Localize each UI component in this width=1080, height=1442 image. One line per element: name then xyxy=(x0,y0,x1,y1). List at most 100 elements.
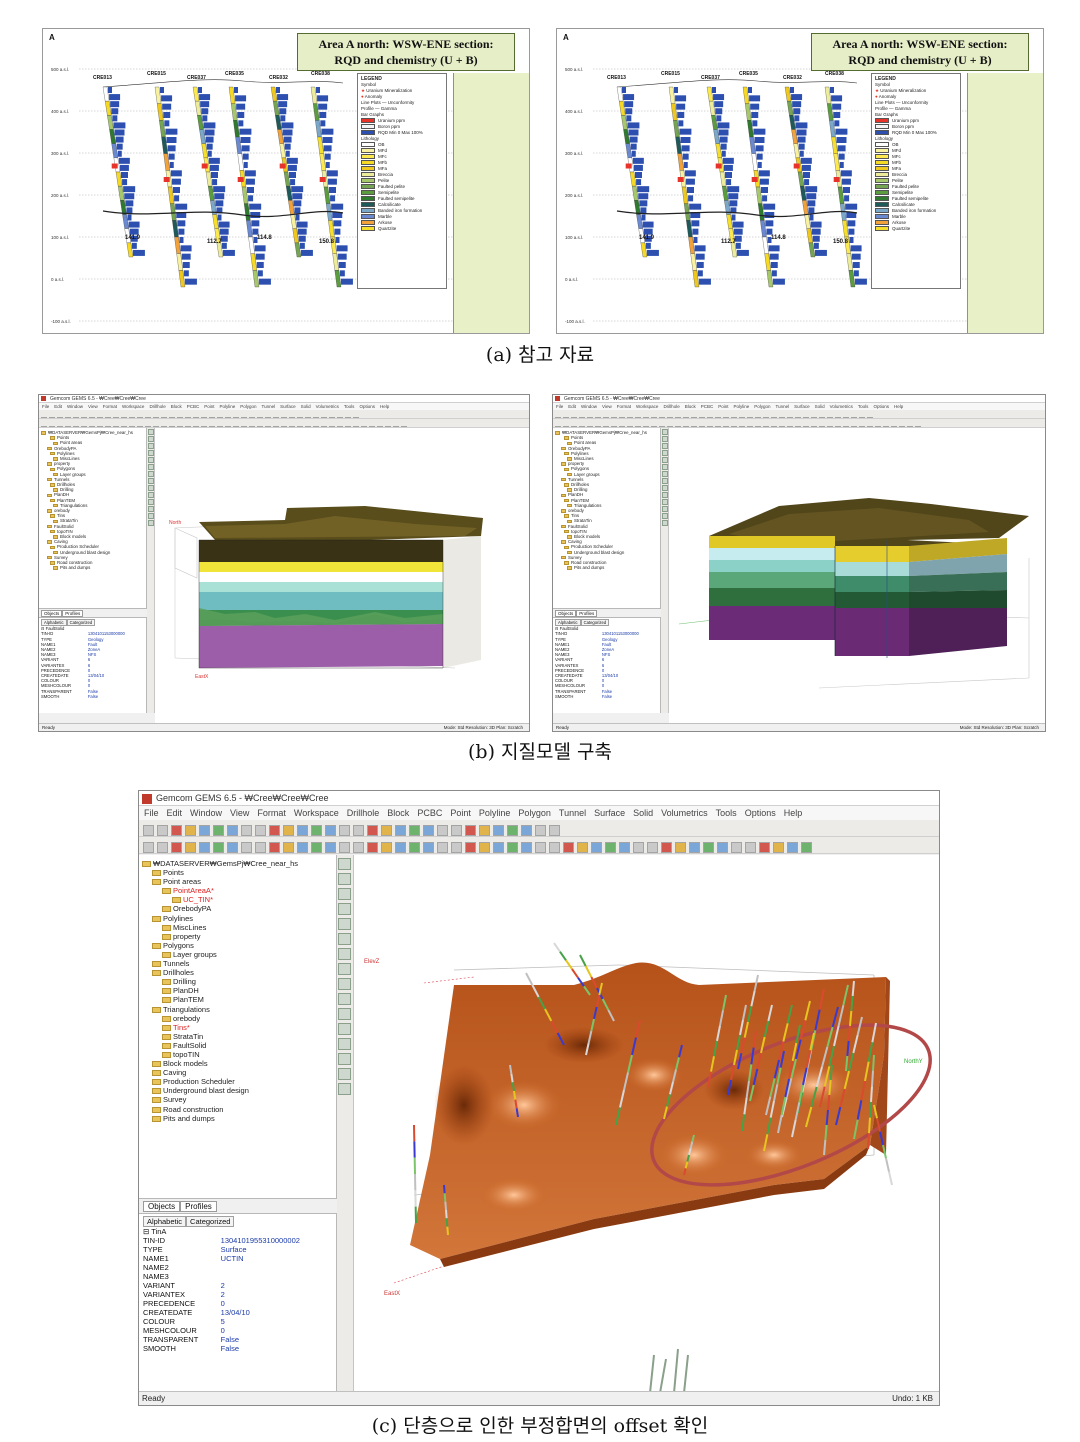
toolbar-button-icon[interactable] xyxy=(619,842,630,853)
view-tool-icon[interactable] xyxy=(148,450,154,456)
toolbar-button-icon[interactable] xyxy=(507,825,518,836)
tree-tab[interactable]: Objects xyxy=(143,1201,181,1212)
tree-item[interactable]: Pits and dumps xyxy=(41,565,144,570)
view-tool-icon[interactable] xyxy=(338,993,351,1005)
property-row[interactable]: SMOOTH False xyxy=(143,1344,332,1353)
tree-tab[interactable]: Profiles xyxy=(180,1201,217,1212)
menu-item[interactable]: Surface xyxy=(594,808,625,818)
tree-item[interactable]: Drilling xyxy=(142,977,333,986)
properties-panel[interactable]: Alphabetic Categorized ⊟ FaultSolid TIN-ID 1… xyxy=(553,617,661,713)
toolbar-button-icon[interactable] xyxy=(227,842,238,853)
menu-item[interactable]: Point xyxy=(718,404,728,409)
menu-item[interactable]: Polygon xyxy=(518,808,551,818)
toolbar-button-icon[interactable] xyxy=(311,842,322,853)
property-row[interactable]: TIN-ID 1304101955310000002 xyxy=(143,1236,332,1245)
toolbar-button-icon[interactable] xyxy=(549,825,560,836)
menu-item[interactable]: Drillhole xyxy=(149,404,165,409)
toolbar-button-icon[interactable] xyxy=(465,825,476,836)
viewport-3d[interactable] xyxy=(669,428,1045,723)
view-tool-icon[interactable] xyxy=(338,978,351,990)
view-tool-icon[interactable] xyxy=(148,429,154,435)
toolbar-button-icon[interactable] xyxy=(773,842,784,853)
tree-item[interactable]: Polylines xyxy=(142,914,333,923)
view-tool-icon[interactable] xyxy=(662,478,668,484)
menu-item[interactable]: Tunnel xyxy=(776,404,790,409)
toolbar-button-icon[interactable] xyxy=(759,842,770,853)
menu-item[interactable]: Volumetrics xyxy=(830,404,853,409)
toolbar-button-icon[interactable] xyxy=(367,842,378,853)
toolbar-button-icon[interactable] xyxy=(283,825,294,836)
view-tool-icon[interactable] xyxy=(662,450,668,456)
menu-bar[interactable]: File Edit Window View Format Workspace Drillho… xyxy=(39,403,529,410)
view-tool-icon[interactable] xyxy=(338,963,351,975)
view-tool-icon[interactable] xyxy=(662,492,668,498)
menu-item[interactable]: Edit xyxy=(167,808,183,818)
menu-item[interactable]: File xyxy=(42,404,49,409)
menu-item[interactable]: PCBC xyxy=(701,404,714,409)
menu-item[interactable]: Workspace xyxy=(294,808,339,818)
tree-item[interactable]: property xyxy=(142,932,333,941)
view-tool-icon[interactable] xyxy=(338,903,351,915)
view-tool-icon[interactable] xyxy=(148,471,154,477)
properties-group[interactable]: ⊟ TinA xyxy=(143,1227,332,1236)
toolbar-button-icon[interactable] xyxy=(367,825,378,836)
tree-tabs[interactable]: Objects Profiles xyxy=(39,608,147,617)
toolbar-button-icon[interactable] xyxy=(353,825,364,836)
tree-item[interactable]: Tunnels xyxy=(142,959,333,968)
toolbar-button-icon[interactable] xyxy=(269,825,280,836)
toolbar-button-icon[interactable] xyxy=(213,825,224,836)
property-row[interactable]: SMOOTH False xyxy=(555,694,658,699)
view-tool-icon[interactable] xyxy=(662,520,668,526)
menu-item[interactable]: Volumetrics xyxy=(316,404,339,409)
menu-item[interactable]: Drillhole xyxy=(663,404,679,409)
toolbar-row-2[interactable] xyxy=(39,419,529,428)
menu-item[interactable]: Window xyxy=(67,404,83,409)
properties-panel[interactable]: Alphabetic Categorized ⊟ TinA TIN-ID 1304101… xyxy=(139,1213,337,1395)
tree-item[interactable]: UC_TIN* xyxy=(142,895,333,904)
toolbar-button-icon[interactable] xyxy=(745,842,756,853)
toolbar-button-icon[interactable] xyxy=(521,842,532,853)
menu-item[interactable]: Window xyxy=(190,808,222,818)
menu-item[interactable]: Options xyxy=(359,404,375,409)
view-tool-icon[interactable] xyxy=(338,933,351,945)
toolbar-button-icon[interactable] xyxy=(157,842,168,853)
view-tool-icon[interactable] xyxy=(148,506,154,512)
toolbar-button-icon[interactable] xyxy=(213,842,224,853)
toolbar-button-icon[interactable] xyxy=(437,842,448,853)
toolbar-button-icon[interactable] xyxy=(353,842,364,853)
toolbar-button-icon[interactable] xyxy=(787,842,798,853)
project-tree[interactable]: ₩DATASERVER₩GemsPj₩Cree_near_hs Points Poi… xyxy=(139,855,337,1198)
view-tool-icon[interactable] xyxy=(338,858,351,870)
menu-item[interactable]: Format xyxy=(103,404,117,409)
project-tree[interactable]: ₩DATASERVER₩GemsPj₩Cree_near_hs Points Poi… xyxy=(553,428,661,608)
properties-tab[interactable]: Alphabetic xyxy=(143,1216,187,1227)
menu-item[interactable]: View xyxy=(602,404,612,409)
menu-item[interactable]: Tunnel xyxy=(559,808,586,818)
view-tool-icon[interactable] xyxy=(148,436,154,442)
tree-item[interactable]: Survey xyxy=(142,1095,333,1104)
toolbar-button-icon[interactable] xyxy=(605,842,616,853)
toolbar-row-1[interactable] xyxy=(553,410,1045,419)
toolbar-button-icon[interactable] xyxy=(535,825,546,836)
menu-item[interactable]: Solid xyxy=(301,404,311,409)
view-tool-icon[interactable] xyxy=(148,492,154,498)
toolbar-button-icon[interactable] xyxy=(255,842,266,853)
toolbar-button-icon[interactable] xyxy=(171,842,182,853)
menu-item[interactable]: Polygon xyxy=(240,404,256,409)
view-tool-icon[interactable] xyxy=(662,471,668,477)
menu-item[interactable]: PCBC xyxy=(187,404,200,409)
toolbar-button-icon[interactable] xyxy=(381,842,392,853)
toolbar-button-icon[interactable] xyxy=(157,825,168,836)
toolbar-button-icon[interactable] xyxy=(311,825,322,836)
menu-item[interactable]: View xyxy=(230,808,249,818)
toolbar-button-icon[interactable] xyxy=(143,825,154,836)
menu-item[interactable]: Block xyxy=(685,404,696,409)
tree-tabs[interactable]: Objects Profiles xyxy=(553,608,661,617)
tree-item[interactable]: Triangulations xyxy=(142,1005,333,1014)
menu-item[interactable]: Tools xyxy=(858,404,869,409)
toolbar-button-icon[interactable] xyxy=(703,842,714,853)
property-row[interactable]: VARIANT 2 xyxy=(143,1281,332,1290)
view-tool-icon[interactable] xyxy=(338,948,351,960)
property-row[interactable]: TYPE Surface xyxy=(143,1245,332,1254)
view-tool-icon[interactable] xyxy=(338,1068,351,1080)
